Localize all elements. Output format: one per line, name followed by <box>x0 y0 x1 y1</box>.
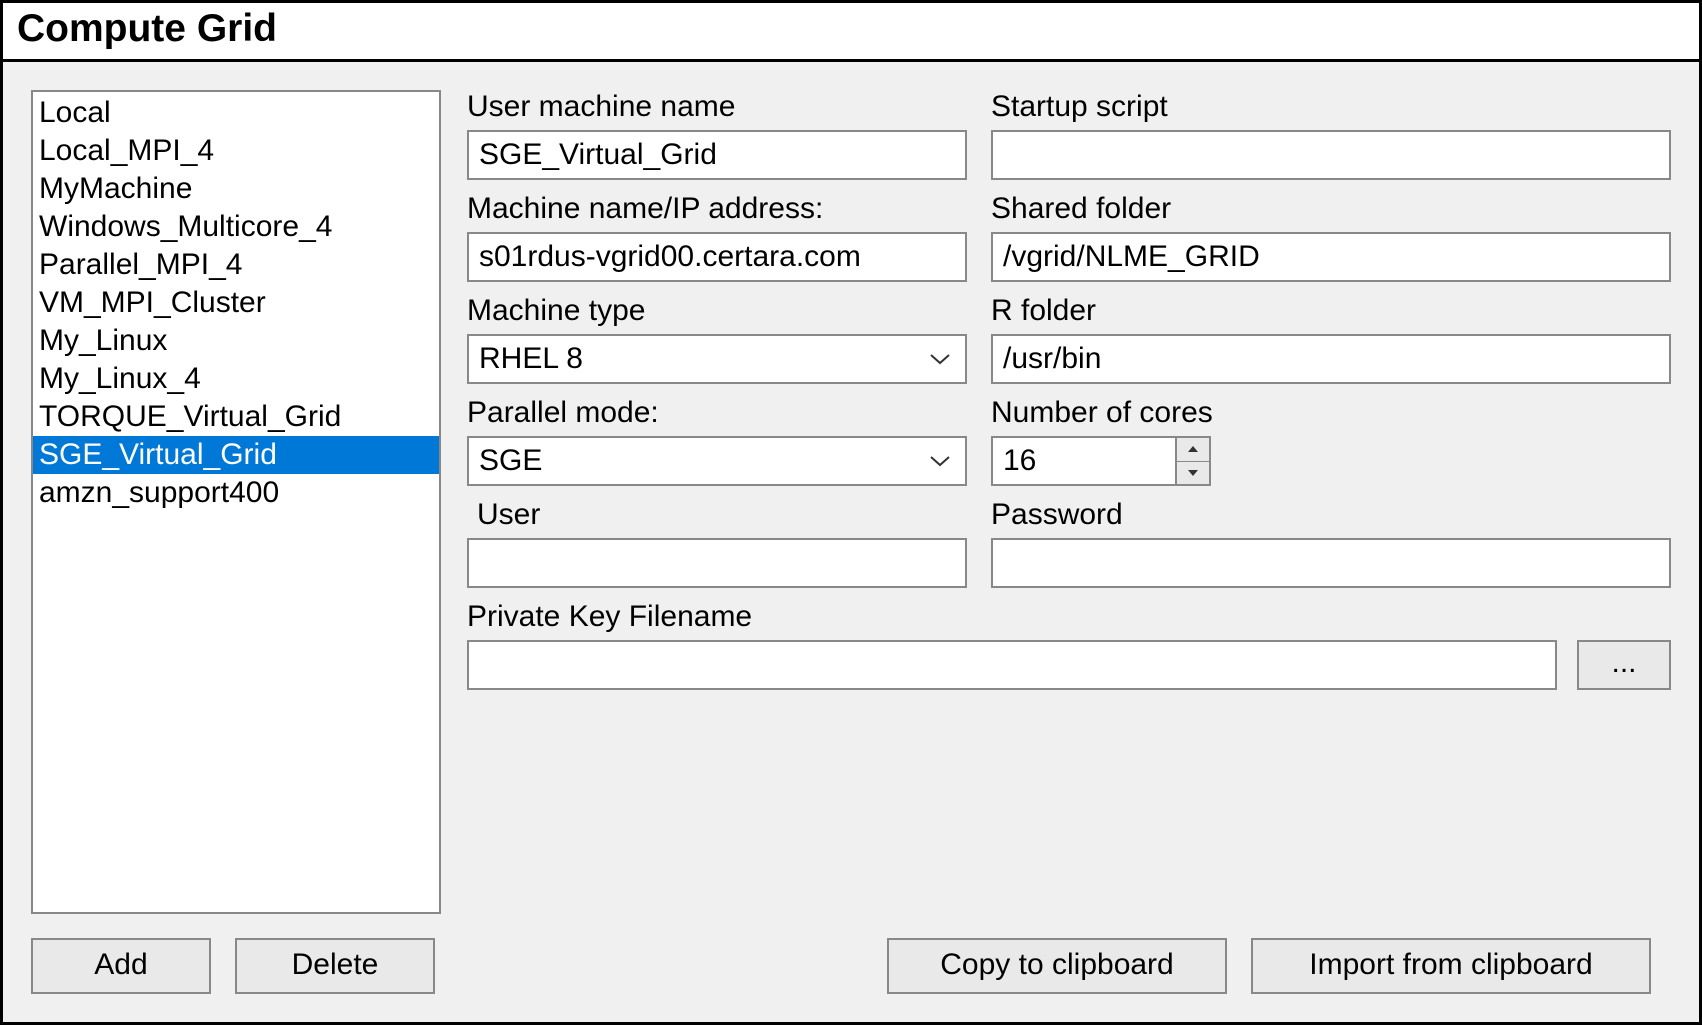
field-shared-folder: Shared folder /vgrid/NLME_GRID <box>991 192 1671 282</box>
triangle-down-icon <box>1187 469 1199 477</box>
label-r-folder: R folder <box>991 294 1671 328</box>
field-private-key: Private Key Filename ... <box>467 600 1671 690</box>
select-parallel-mode[interactable]: SGE <box>467 436 967 486</box>
list-item[interactable]: My_Linux <box>33 322 439 360</box>
field-machine-type: Machine type RHEL 8 <box>467 294 967 384</box>
list-item[interactable]: Windows_Multicore_4 <box>33 208 439 246</box>
spinner-down[interactable] <box>1177 462 1209 485</box>
input-private-key[interactable] <box>467 640 1557 690</box>
spinner-up[interactable] <box>1177 438 1209 462</box>
field-machine-ip: Machine name/IP address: s01rdus-vgrid00… <box>467 192 967 282</box>
spinner-arrows <box>1175 438 1209 484</box>
copy-to-clipboard-button[interactable]: Copy to clipboard <box>887 938 1227 994</box>
input-user[interactable] <box>467 538 967 588</box>
chevron-down-icon <box>929 352 951 366</box>
field-password: Password <box>991 498 1671 588</box>
field-parallel-mode: Parallel mode: SGE <box>467 396 967 486</box>
window-body: LocalLocal_MPI_4MyMachineWindows_Multico… <box>3 62 1699 1022</box>
triangle-up-icon <box>1187 445 1199 453</box>
list-item[interactable]: Parallel_MPI_4 <box>33 246 439 284</box>
list-item[interactable]: amzn_support400 <box>33 474 439 512</box>
label-num-cores: Number of cores <box>991 396 1671 430</box>
grid-form: User machine name SGE_Virtual_Grid Start… <box>467 90 1671 914</box>
add-button[interactable]: Add <box>31 938 211 994</box>
field-user: User <box>467 498 967 588</box>
select-parallel-mode-value: SGE <box>479 444 542 478</box>
list-item[interactable]: VM_MPI_Cluster <box>33 284 439 322</box>
input-password[interactable] <box>991 538 1671 588</box>
num-cores-value: 16 <box>993 438 1175 484</box>
input-r-folder[interactable]: /usr/bin <box>991 334 1671 384</box>
browse-button[interactable]: ... <box>1577 640 1671 690</box>
titlebar: Compute Grid <box>3 3 1699 62</box>
label-user: User <box>467 498 967 532</box>
label-startup-script: Startup script <box>991 90 1671 124</box>
list-item[interactable]: My_Linux_4 <box>33 360 439 398</box>
input-shared-folder[interactable]: /vgrid/NLME_GRID <box>991 232 1671 282</box>
field-startup-script: Startup script <box>991 90 1671 180</box>
label-shared-folder: Shared folder <box>991 192 1671 226</box>
list-item[interactable]: Local <box>33 94 439 132</box>
label-user-machine-name: User machine name <box>467 90 967 124</box>
input-startup-script[interactable] <box>991 130 1671 180</box>
list-item[interactable]: TORQUE_Virtual_Grid <box>33 398 439 436</box>
select-machine-type-value: RHEL 8 <box>479 342 583 376</box>
input-user-machine-name[interactable]: SGE_Virtual_Grid <box>467 130 967 180</box>
input-machine-ip[interactable]: s01rdus-vgrid00.certara.com <box>467 232 967 282</box>
label-machine-ip: Machine name/IP address: <box>467 192 967 226</box>
select-machine-type[interactable]: RHEL 8 <box>467 334 967 384</box>
field-r-folder: R folder /usr/bin <box>991 294 1671 384</box>
label-machine-type: Machine type <box>467 294 967 328</box>
delete-button[interactable]: Delete <box>235 938 435 994</box>
list-item[interactable]: SGE_Virtual_Grid <box>33 436 439 474</box>
field-num-cores: Number of cores 16 <box>991 396 1671 486</box>
import-from-clipboard-button[interactable]: Import from clipboard <box>1251 938 1651 994</box>
label-private-key: Private Key Filename <box>467 600 1671 634</box>
label-parallel-mode: Parallel mode: <box>467 396 967 430</box>
field-user-machine-name: User machine name SGE_Virtual_Grid <box>467 90 967 180</box>
input-num-cores[interactable]: 16 <box>991 436 1211 486</box>
list-item[interactable]: Local_MPI_4 <box>33 132 439 170</box>
list-item[interactable]: MyMachine <box>33 170 439 208</box>
label-password: Password <box>991 498 1671 532</box>
grid-listbox[interactable]: LocalLocal_MPI_4MyMachineWindows_Multico… <box>31 90 441 914</box>
compute-grid-window: Compute Grid LocalLocal_MPI_4MyMachineWi… <box>0 0 1702 1025</box>
chevron-down-icon <box>929 454 951 468</box>
window-title: Compute Grid <box>17 7 277 51</box>
button-row: Add Delete Copy to clipboard Import from… <box>31 914 1671 994</box>
